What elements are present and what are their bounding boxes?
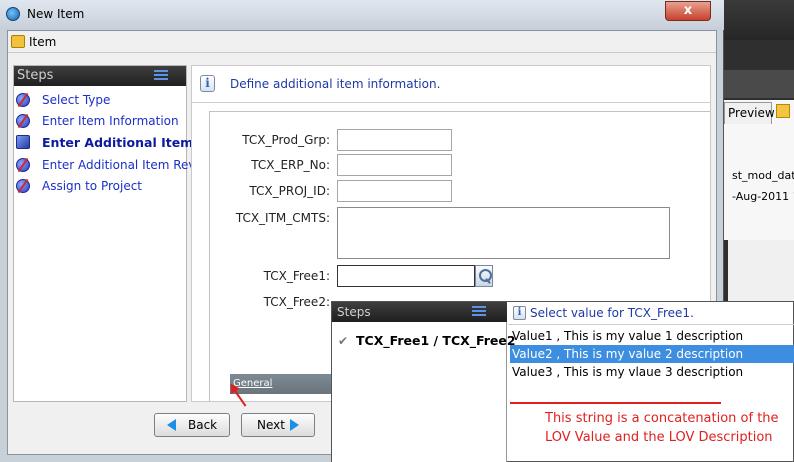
close-button[interactable]: x: [665, 1, 711, 21]
item-header: Item: [8, 31, 716, 53]
step-status-icon: [16, 158, 30, 172]
step-label: Enter Item Information: [42, 114, 179, 128]
folder-icon[interactable]: [776, 104, 790, 118]
step-label: Enter Additional Item Revis: [42, 158, 206, 172]
item-header-label: Item: [29, 35, 57, 49]
list-menu-icon[interactable]: [472, 306, 486, 318]
field-label-proj-id: TCX_PROJ_ID:: [249, 184, 330, 198]
background-preview-tab[interactable]: Preview: [724, 102, 775, 124]
field-label-itm-cmts: TCX_ITM_CMTS:: [235, 211, 330, 225]
step-status-icon: [16, 179, 30, 193]
step-status-icon: [16, 114, 30, 128]
step-label: Select Type: [42, 93, 111, 107]
info-text: Define additional item information.: [230, 77, 441, 91]
field-label-free2: TCX_Free2:: [263, 295, 330, 309]
lov-option[interactable]: Value1 , This is my value 1 description: [510, 327, 794, 345]
lov-search-button[interactable]: [475, 265, 493, 287]
info-icon: i: [200, 75, 215, 92]
background-field-label: st_mod_date:: [732, 169, 794, 182]
list-menu-icon[interactable]: [154, 70, 168, 82]
field-label-free1: TCX_Free1:: [263, 269, 330, 283]
checkmark-icon: ✔: [338, 334, 349, 348]
background-field-value: -Aug-2011 15: [732, 190, 794, 203]
step-status-icon: [16, 93, 30, 107]
steps-title: Steps: [17, 68, 54, 83]
next-arrow-icon: [290, 419, 299, 431]
field-label-erp-no: TCX_ERP_No:: [251, 158, 330, 172]
popup-steps-panel: ✔ TCX_Free1 / TCX_Free2: [332, 322, 516, 462]
popup-steps-header: Steps: [332, 302, 507, 322]
free1-input[interactable]: [337, 265, 475, 287]
current-step-icon: [16, 135, 30, 149]
annotation-note: This string is a concatenation of the LO…: [545, 411, 779, 445]
itm-cmts-textarea[interactable]: [337, 207, 670, 259]
info-icon: i: [513, 306, 526, 320]
steps-header: Steps: [14, 66, 186, 86]
back-arrow-icon: [167, 419, 176, 431]
back-button-label: Back: [188, 418, 218, 432]
popup-step-label[interactable]: TCX_Free1 / TCX_Free2: [356, 333, 516, 348]
background-app-header: [720, 0, 794, 40]
erp-no-input[interactable]: [337, 154, 452, 176]
step-label: Enter Additional Item I: [42, 135, 203, 150]
next-button[interactable]: Next: [241, 413, 315, 437]
divider: [192, 102, 710, 103]
popup-steps-title: Steps: [337, 305, 371, 319]
steps-panel: Steps Select Type Enter Item Information…: [13, 65, 205, 402]
next-button-label: Next: [257, 418, 285, 432]
window-title: New Item: [27, 7, 85, 21]
app-logo-icon: [6, 7, 20, 21]
proj-id-input[interactable]: [337, 180, 452, 202]
annotation-underline: [510, 402, 721, 404]
back-button[interactable]: Back: [154, 413, 230, 437]
background-app-toolbar: [720, 70, 794, 98]
lov-option-selected[interactable]: Value2 , This is my value 2 description: [510, 345, 794, 363]
item-icon: [11, 35, 25, 48]
lov-option[interactable]: Value3 , This is my vlaue 3 description: [510, 363, 794, 381]
step-label: Assign to Project: [42, 179, 143, 193]
prod-grp-input[interactable]: [337, 129, 452, 151]
field-label-prod-grp: TCX_Prod_Grp:: [242, 133, 330, 147]
title-bar[interactable]: New Item x: [0, 0, 724, 30]
lov-title: Select value for TCX_Free1.: [530, 306, 694, 320]
lov-list: Value1 , This is my value 1 description …: [508, 324, 794, 404]
